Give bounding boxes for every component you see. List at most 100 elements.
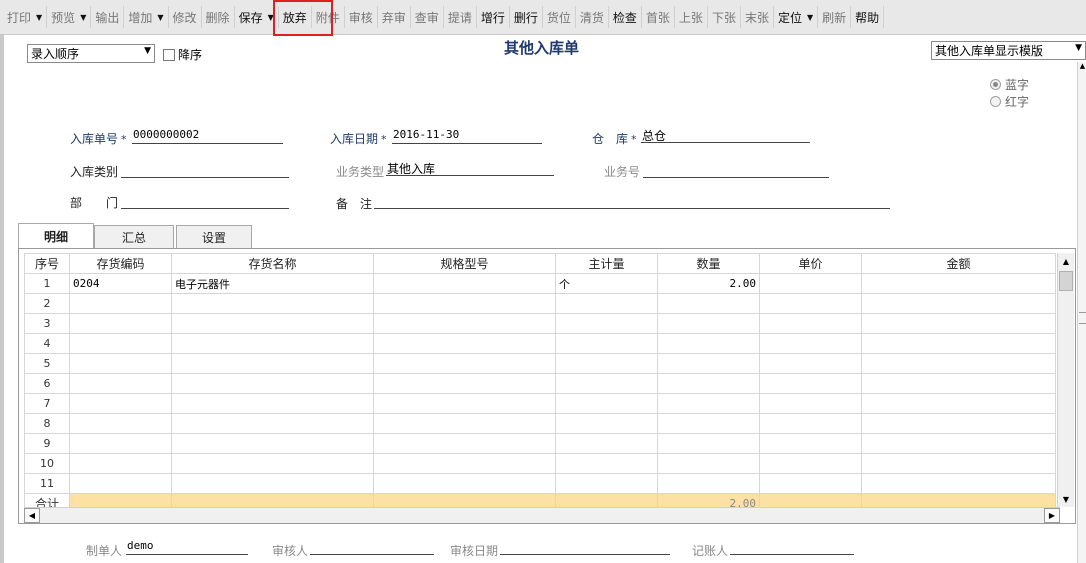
- table-cell[interactable]: 0204: [69, 273, 172, 294]
- warehouse-field[interactable]: 总仓: [641, 127, 810, 143]
- table-cell[interactable]: [861, 433, 1056, 454]
- toolbar-button-1[interactable]: 预览 ▼: [47, 6, 92, 28]
- scroll-left-icon[interactable]: ◀: [24, 508, 40, 523]
- table-cell[interactable]: [861, 453, 1056, 474]
- table-row[interactable]: 3: [24, 313, 1056, 334]
- table-cell[interactable]: [759, 333, 862, 354]
- table-cell[interactable]: [69, 473, 172, 494]
- toolbar-button-3[interactable]: 增加 ▼: [124, 6, 169, 28]
- toolbar-button-8[interactable]: 附件: [312, 6, 345, 28]
- table-cell[interactable]: [759, 413, 862, 434]
- descending-checkbox[interactable]: 降序: [163, 46, 202, 63]
- toolbar-button-20[interactable]: 下张: [708, 6, 741, 28]
- toolbar-button-5[interactable]: 删除: [202, 6, 235, 28]
- table-cell[interactable]: [69, 293, 172, 314]
- table-cell[interactable]: [171, 473, 374, 494]
- scroll-up-icon[interactable]: ▲: [1078, 62, 1086, 76]
- table-cell[interactable]: [555, 433, 658, 454]
- table-cell[interactable]: [657, 333, 760, 354]
- col-header-item-code[interactable]: 存货编码: [69, 253, 172, 274]
- table-row[interactable]: 6: [24, 373, 1056, 394]
- col-header-seq[interactable]: 序号: [24, 253, 70, 274]
- toolbar-button-11[interactable]: 查审: [411, 6, 444, 28]
- toolbar-button-7[interactable]: 放弃: [279, 6, 312, 28]
- table-cell[interactable]: [861, 313, 1056, 334]
- table-cell[interactable]: [759, 353, 862, 374]
- toolbar-button-24[interactable]: 帮助: [851, 6, 885, 28]
- table-cell[interactable]: [759, 433, 862, 454]
- tab-detail[interactable]: 明细: [18, 223, 94, 249]
- table-cell[interactable]: [759, 473, 862, 494]
- toolbar-button-19[interactable]: 上张: [675, 6, 708, 28]
- sort-order-select[interactable]: 录入顺序 ▼: [27, 44, 155, 63]
- table-cell[interactable]: [555, 293, 658, 314]
- scroll-grip[interactable]: [1079, 312, 1086, 324]
- table-cell[interactable]: [657, 353, 760, 374]
- table-cell[interactable]: [69, 373, 172, 394]
- table-cell[interactable]: [69, 333, 172, 354]
- table-cell[interactable]: [759, 293, 862, 314]
- table-cell[interactable]: [657, 313, 760, 334]
- table-cell[interactable]: [555, 473, 658, 494]
- table-cell[interactable]: [759, 273, 862, 294]
- table-cell[interactable]: [657, 293, 760, 314]
- toolbar-button-22[interactable]: 定位 ▼: [774, 6, 819, 28]
- table-cell[interactable]: [657, 413, 760, 434]
- toolbar-button-14[interactable]: 删行: [510, 6, 543, 28]
- chevron-down-icon[interactable]: ▼: [807, 13, 813, 22]
- table-row[interactable]: 7: [24, 393, 1056, 414]
- table-cell[interactable]: [759, 393, 862, 414]
- grid-horizontal-scrollbar[interactable]: ◀ ▶: [24, 507, 1060, 523]
- table-cell[interactable]: [373, 373, 556, 394]
- biz-no-field[interactable]: [643, 162, 829, 178]
- table-cell[interactable]: [171, 393, 374, 414]
- doc-no-field[interactable]: 0000000002: [132, 128, 283, 144]
- toolbar-button-15[interactable]: 货位: [543, 6, 576, 28]
- table-cell[interactable]: [69, 433, 172, 454]
- table-cell[interactable]: [759, 313, 862, 334]
- chevron-down-icon[interactable]: ▼: [36, 13, 42, 22]
- table-cell[interactable]: [373, 393, 556, 414]
- table-cell[interactable]: [373, 273, 556, 294]
- table-row[interactable]: 2: [24, 293, 1056, 314]
- toolbar-button-13[interactable]: 增行: [477, 6, 510, 28]
- scroll-down-icon[interactable]: ▼: [1058, 491, 1074, 507]
- checkbox-box[interactable]: [163, 48, 175, 61]
- table-row[interactable]: 1 0204 电子元器件 个 2.00: [24, 273, 1056, 294]
- toolbar-button-2[interactable]: 输出: [91, 6, 125, 28]
- table-cell[interactable]: [555, 333, 658, 354]
- radio-red[interactable]: 红字: [990, 93, 1029, 110]
- radio-unselected-icon[interactable]: [990, 96, 1001, 107]
- col-header-qty[interactable]: 数量: [657, 253, 760, 274]
- col-header-spec[interactable]: 规格型号: [373, 253, 556, 274]
- table-cell[interactable]: [171, 293, 374, 314]
- chevron-down-icon[interactable]: ▼: [80, 13, 86, 22]
- table-cell[interactable]: [69, 413, 172, 434]
- window-vertical-scrollbar[interactable]: ▲: [1077, 62, 1086, 563]
- table-cell[interactable]: [171, 353, 374, 374]
- table-row[interactable]: 8: [24, 413, 1056, 434]
- toolbar-button-18[interactable]: 首张: [642, 6, 675, 28]
- table-cell[interactable]: [373, 293, 556, 314]
- table-cell[interactable]: [657, 453, 760, 474]
- toolbar-button-21[interactable]: 末张: [741, 6, 774, 28]
- table-cell[interactable]: [657, 393, 760, 414]
- scroll-up-icon[interactable]: ▲: [1058, 253, 1074, 269]
- dept-field[interactable]: [121, 193, 289, 209]
- table-cell[interactable]: [171, 453, 374, 474]
- table-cell[interactable]: [69, 393, 172, 414]
- table-cell[interactable]: [861, 273, 1056, 294]
- table-row[interactable]: 4: [24, 333, 1056, 354]
- table-cell[interactable]: [171, 413, 374, 434]
- table-cell[interactable]: [861, 473, 1056, 494]
- radio-selected-icon[interactable]: [990, 79, 1001, 90]
- table-cell[interactable]: [69, 313, 172, 334]
- toolbar-button-10[interactable]: 弃审: [378, 6, 411, 28]
- table-cell[interactable]: [373, 413, 556, 434]
- table-cell[interactable]: 2.00: [657, 273, 760, 294]
- table-cell[interactable]: 电子元器件: [171, 273, 374, 294]
- table-cell[interactable]: [373, 473, 556, 494]
- scroll-right-icon[interactable]: ▶: [1044, 508, 1060, 523]
- table-cell[interactable]: [171, 433, 374, 454]
- radio-blue[interactable]: 蓝字: [990, 76, 1029, 93]
